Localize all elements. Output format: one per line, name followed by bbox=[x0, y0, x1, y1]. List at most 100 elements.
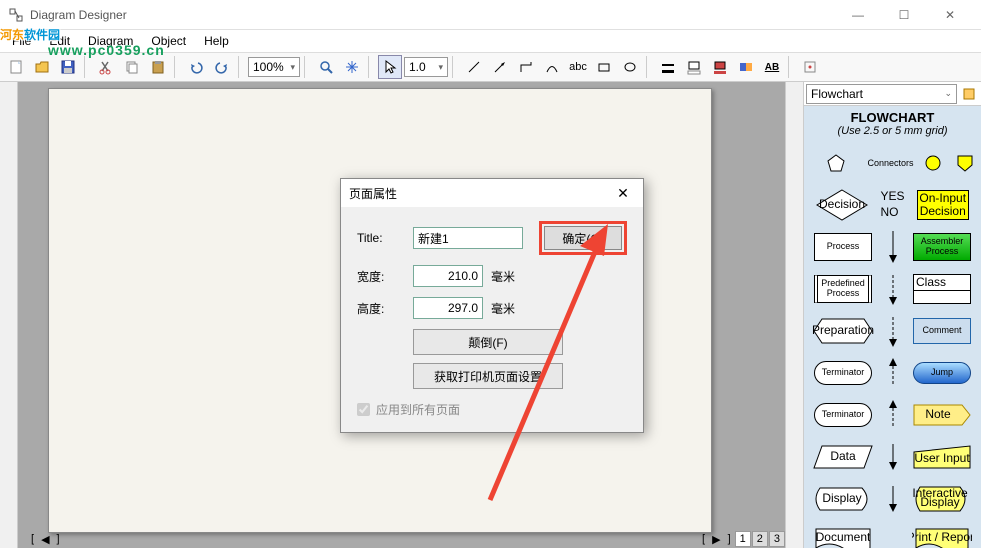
page-tab-3[interactable]: 3 bbox=[769, 531, 785, 547]
svg-text:User Input: User Input bbox=[914, 451, 970, 465]
window-maximize-button[interactable]: ☐ bbox=[881, 0, 927, 30]
svg-text:Decision: Decision bbox=[819, 197, 865, 211]
rect-tool-button[interactable] bbox=[592, 55, 616, 79]
shape-note[interactable]: Note bbox=[907, 397, 977, 433]
shape-jump[interactable]: Jump bbox=[907, 355, 977, 391]
shape-data[interactable]: Data bbox=[808, 439, 878, 475]
vertical-ruler bbox=[0, 82, 18, 548]
page-tab-scroll-right[interactable]: ▶ bbox=[709, 533, 723, 546]
palette-selector[interactable]: Flowchart⌄ bbox=[806, 84, 957, 104]
shape-decision[interactable]: Decision bbox=[808, 187, 876, 223]
toolbar: 100%▾ 1.0▾ abc AB bbox=[0, 52, 981, 82]
paste-button[interactable] bbox=[146, 55, 170, 79]
arrow-tool-button[interactable] bbox=[488, 55, 512, 79]
height-label: 高度: bbox=[357, 300, 405, 317]
zoom-combo[interactable]: 100%▾ bbox=[248, 57, 300, 77]
snap-button[interactable] bbox=[798, 55, 822, 79]
page-tab-prev[interactable]: [ bbox=[28, 533, 37, 545]
palette-edit-button[interactable] bbox=[959, 82, 979, 106]
palette-subtitle: (Use 2.5 or 5 mm grid) bbox=[808, 125, 977, 137]
svg-text:Display: Display bbox=[920, 495, 959, 509]
redo-button[interactable] bbox=[210, 55, 234, 79]
shape-display[interactable]: Display bbox=[808, 481, 878, 517]
line-tool-button[interactable] bbox=[462, 55, 486, 79]
shape-preparation[interactable]: Preparation bbox=[808, 313, 878, 349]
width-input[interactable] bbox=[413, 265, 483, 287]
flip-button[interactable]: 颠倒(F) bbox=[413, 329, 563, 355]
height-unit: 毫米 bbox=[491, 300, 515, 317]
svg-text:Display: Display bbox=[822, 491, 861, 505]
page-properties-dialog: 页面属性 ✕ Title: 确定(O) 宽度: 毫米 高度: 毫米 颠倒(F) … bbox=[340, 178, 644, 433]
fill2-color-button[interactable] bbox=[708, 55, 732, 79]
svg-text:Document: Document bbox=[816, 530, 871, 544]
gradient-button[interactable] bbox=[734, 55, 758, 79]
menu-help[interactable]: Help bbox=[196, 32, 237, 50]
undo-button[interactable] bbox=[184, 55, 208, 79]
shape-terminator-2[interactable]: Terminator bbox=[808, 397, 878, 433]
shape-assembler-process[interactable]: Assembler Process bbox=[907, 229, 977, 265]
new-button[interactable] bbox=[4, 55, 28, 79]
menu-file[interactable]: File bbox=[4, 32, 39, 50]
connector-tool-button[interactable] bbox=[514, 55, 538, 79]
svg-text:Note: Note bbox=[925, 407, 951, 421]
page-tab-2[interactable]: 2 bbox=[752, 531, 768, 547]
menubar: File Edit Diagram Object Help bbox=[0, 30, 981, 52]
dialog-title: 页面属性 bbox=[349, 185, 397, 202]
flow-arrow-icon bbox=[883, 229, 903, 265]
fill-color-button[interactable] bbox=[682, 55, 706, 79]
ellipse-tool-button[interactable] bbox=[618, 55, 642, 79]
svg-text:Print / Report: Print / Report bbox=[912, 530, 972, 544]
shape-print-report[interactable]: Print / Report bbox=[907, 523, 977, 548]
page-tab-scroll-left[interactable]: ◀ bbox=[38, 533, 52, 546]
ok-button[interactable]: 确定(O) bbox=[544, 226, 622, 250]
shape-comment[interactable]: Comment bbox=[907, 313, 977, 349]
title-input[interactable] bbox=[413, 227, 523, 249]
curve-tool-button[interactable] bbox=[540, 55, 564, 79]
apply-all-checkbox[interactable]: 应用到所有页面 bbox=[357, 401, 627, 418]
width-label: 宽度: bbox=[357, 268, 405, 285]
shape-connector-circle[interactable] bbox=[918, 145, 950, 181]
palette-title: FLOWCHART bbox=[808, 110, 977, 125]
shape-user-input[interactable]: User Input bbox=[907, 439, 977, 475]
window-title: Diagram Designer bbox=[30, 8, 835, 22]
window-minimize-button[interactable]: — bbox=[835, 0, 881, 30]
window-titlebar: Diagram Designer — ☐ ✕ bbox=[0, 0, 981, 30]
pan-tool-button[interactable] bbox=[340, 55, 364, 79]
vertical-scrollbar[interactable] bbox=[785, 82, 803, 548]
shape-process[interactable]: Process bbox=[808, 229, 878, 265]
cut-button[interactable] bbox=[94, 55, 118, 79]
shape-document[interactable]: Document bbox=[808, 523, 878, 548]
text-color-button[interactable]: AB bbox=[760, 55, 784, 79]
line-color-button[interactable] bbox=[656, 55, 680, 79]
copy-button[interactable] bbox=[120, 55, 144, 79]
shape-predefined-process[interactable]: Predefined Process bbox=[808, 271, 878, 307]
menu-edit[interactable]: Edit bbox=[41, 32, 78, 50]
ok-button-highlight: 确定(O) bbox=[539, 221, 627, 255]
height-input[interactable] bbox=[413, 297, 483, 319]
menu-diagram[interactable]: Diagram bbox=[80, 32, 141, 50]
linewidth-combo[interactable]: 1.0▾ bbox=[404, 57, 448, 77]
shape-oninput-decision[interactable]: On-Input Decision bbox=[909, 187, 977, 223]
shape-class[interactable]: Class bbox=[907, 271, 977, 307]
zoom-tool-button[interactable] bbox=[314, 55, 338, 79]
svg-text:Data: Data bbox=[830, 449, 856, 463]
template-palette: Flowchart⌄ FLOWCHART (Use 2.5 or 5 mm gr… bbox=[803, 82, 981, 548]
menu-object[interactable]: Object bbox=[143, 32, 194, 50]
pointer-tool-button[interactable] bbox=[378, 55, 402, 79]
shape-connector-home[interactable] bbox=[953, 145, 977, 181]
text-tool-button[interactable]: abc bbox=[566, 55, 590, 79]
shape-connector-pentagon[interactable] bbox=[808, 145, 863, 181]
shape-terminator[interactable]: Terminator bbox=[808, 355, 878, 391]
save-button[interactable] bbox=[56, 55, 80, 79]
window-close-button[interactable]: ✕ bbox=[927, 0, 973, 30]
open-button[interactable] bbox=[30, 55, 54, 79]
app-icon bbox=[8, 7, 24, 23]
dialog-close-button[interactable]: ✕ bbox=[611, 181, 635, 205]
printer-settings-button[interactable]: 获取打印机页面设置 bbox=[413, 363, 563, 389]
page-tab-1[interactable]: 1 bbox=[735, 531, 751, 547]
page-tab-strip: [ ◀ ] [ ▶ ] 1 2 3 bbox=[28, 530, 785, 548]
svg-text:Preparation: Preparation bbox=[812, 323, 874, 337]
title-label: Title: bbox=[357, 231, 405, 245]
shape-interactive-display[interactable]: InteractiveDisplay bbox=[907, 481, 977, 517]
width-unit: 毫米 bbox=[491, 268, 515, 285]
